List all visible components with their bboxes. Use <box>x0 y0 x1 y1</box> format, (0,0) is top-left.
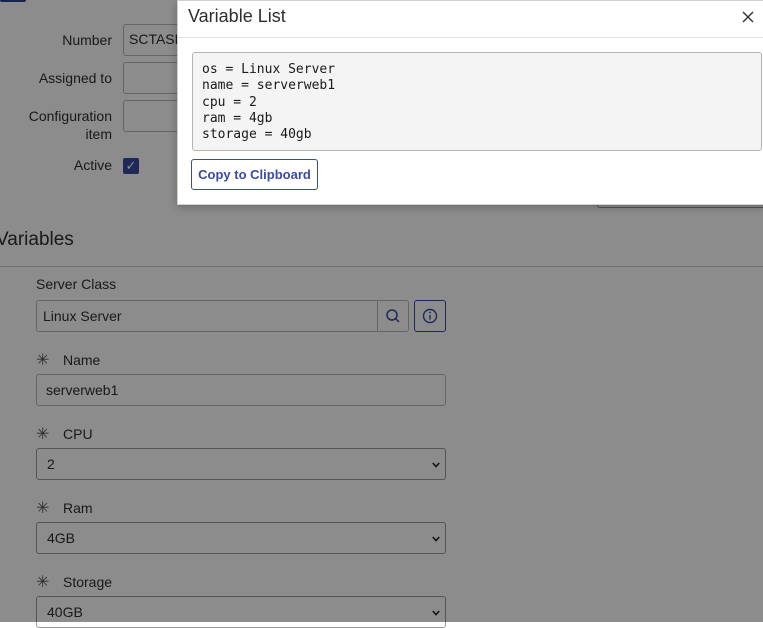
copy-to-clipboard-button[interactable]: Copy to Clipboard <box>191 159 318 190</box>
modal-header: Variable List <box>178 1 763 38</box>
variable-line: ram = 4gb <box>202 110 273 126</box>
close-button[interactable] <box>740 9 756 25</box>
variable-list-modal: Variable List os = Linux Server name = se… <box>177 0 763 205</box>
variable-line: storage = 40gb <box>202 127 312 143</box>
close-icon <box>742 11 754 23</box>
modal-title: Variable List <box>188 6 286 26</box>
variable-line: cpu = 2 <box>202 94 257 110</box>
variable-line: name = serverweb1 <box>202 78 336 94</box>
variable-list-text[interactable]: os = Linux Server name = serverweb1 cpu = … <box>192 52 762 151</box>
variable-line: os = Linux Server <box>202 62 336 77</box>
